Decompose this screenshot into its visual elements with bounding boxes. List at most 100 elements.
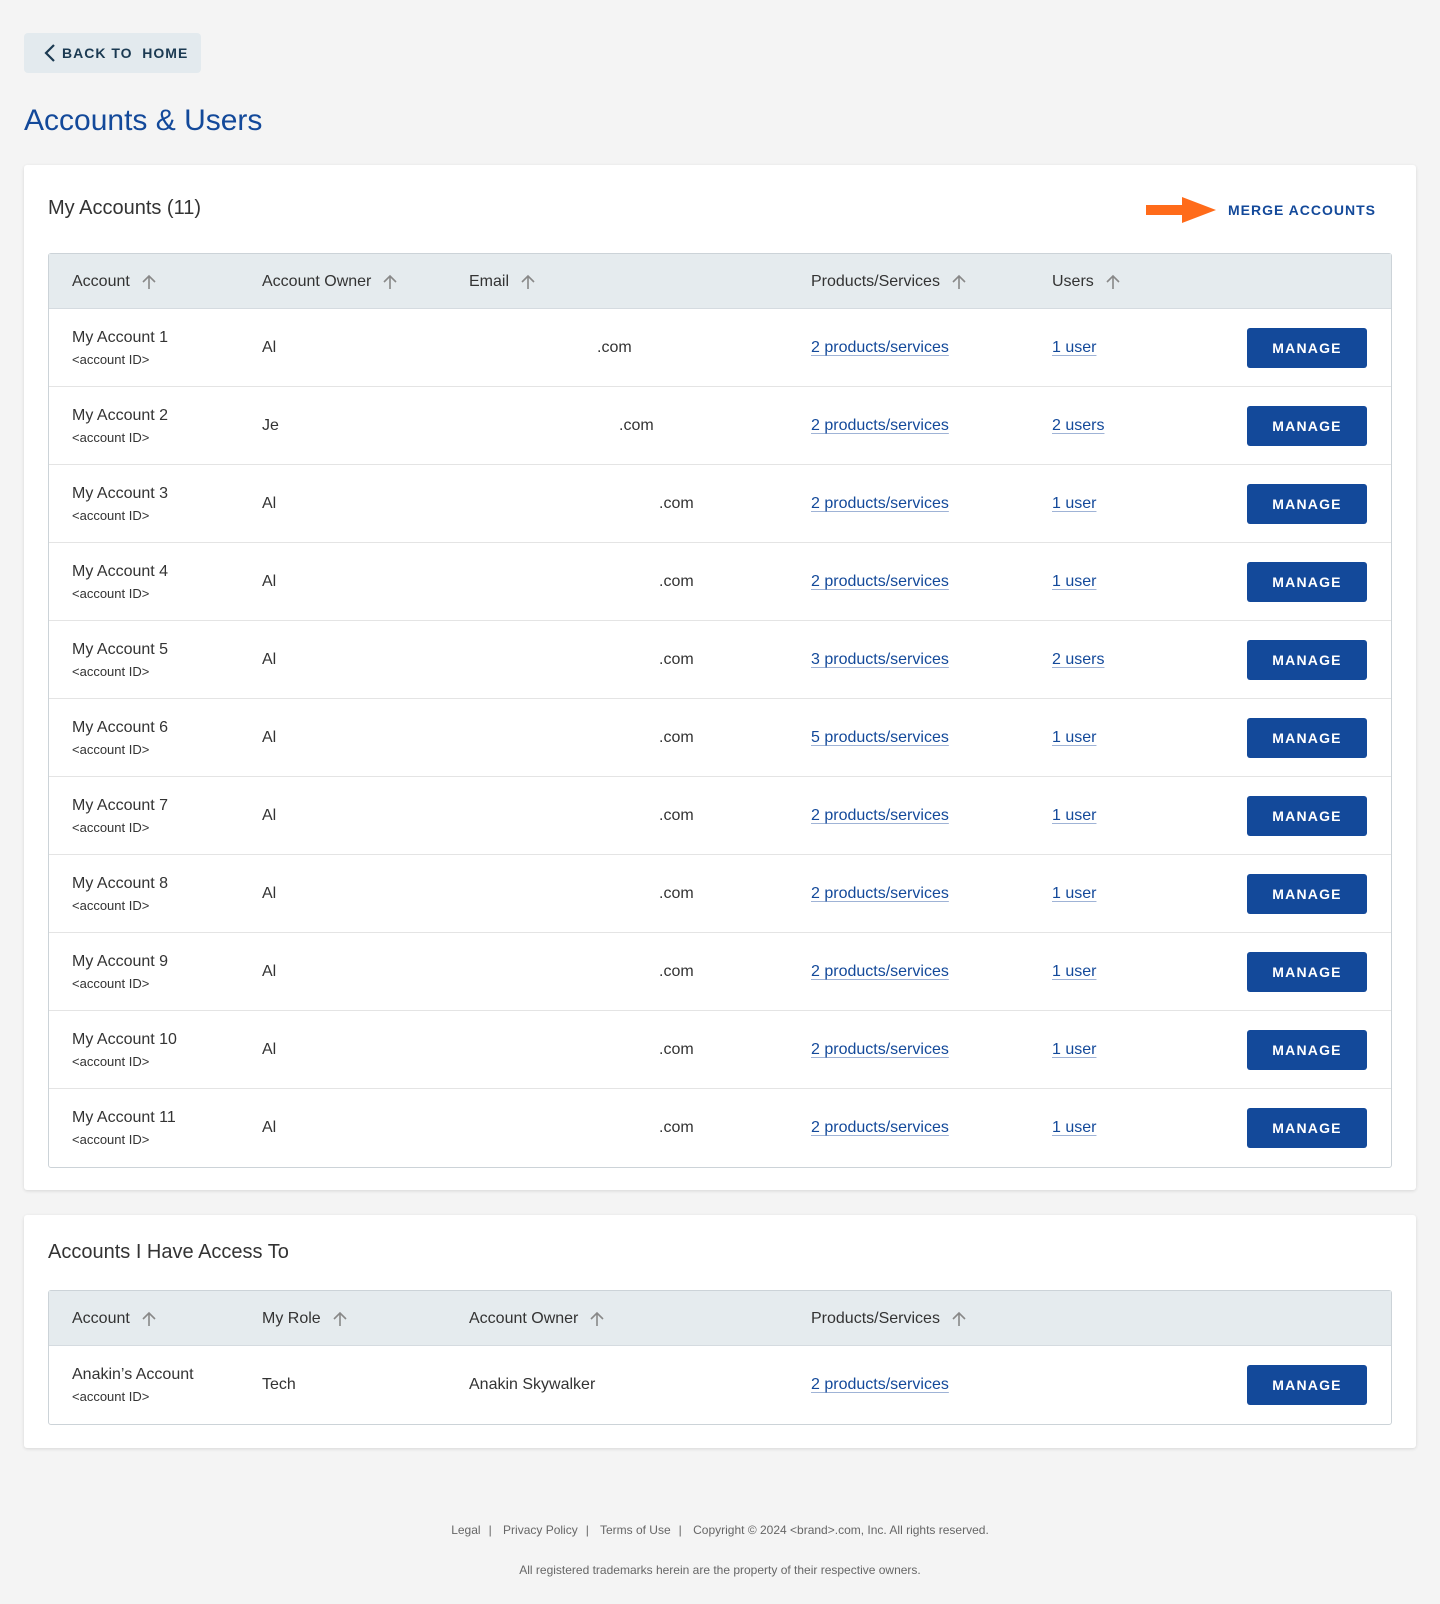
sort-arrow-up-icon[interactable] [383, 274, 397, 290]
account-email: .com [597, 339, 632, 356]
account-id: <account ID> [72, 1389, 150, 1404]
users-link[interactable]: 1 user [1052, 729, 1096, 747]
manage-button[interactable]: MANAGE [1247, 1108, 1367, 1148]
column-header[interactable]: Users [1052, 254, 1120, 309]
sort-arrow-up-icon[interactable] [142, 1311, 156, 1327]
account-email: .com [659, 963, 694, 980]
manage-button[interactable]: MANAGE [1247, 874, 1367, 914]
sort-arrow-up-icon[interactable] [952, 274, 966, 290]
sort-arrow-up-icon[interactable] [521, 274, 535, 290]
column-header-label: Account [72, 1309, 130, 1327]
footer-link-terms[interactable]: Terms of Use [600, 1523, 671, 1537]
users-link[interactable]: 2 users [1052, 417, 1104, 435]
account-email: .com [659, 807, 694, 824]
arrow-right-icon [1145, 197, 1216, 223]
account-name: My Account 8 [72, 875, 169, 892]
manage-button[interactable]: MANAGE [1247, 640, 1367, 680]
copyright: Copyright © 2024 <brand>.com, Inc. All r… [693, 1523, 989, 1537]
table-row: My Account 7 <account ID> Al .com 2 produ… [49, 777, 1391, 855]
account-email: .com [659, 651, 694, 668]
account-owner: Al [262, 1041, 277, 1058]
users-link[interactable]: 1 user [1052, 807, 1096, 825]
account-owner: Al [262, 807, 277, 824]
products-link[interactable]: 2 products/services [811, 885, 949, 903]
products-link[interactable]: 2 products/services [811, 495, 949, 513]
products-link[interactable]: 2 products/services [811, 417, 949, 435]
manage-button[interactable]: MANAGE [1247, 1030, 1367, 1070]
access-accounts-card: Accounts I Have Access To Account My Role… [24, 1215, 1416, 1448]
manage-button[interactable]: MANAGE [1247, 1365, 1367, 1405]
account-id: <account ID> [72, 352, 150, 367]
table-row: My Account 9 <account ID> Al .com 2 produ… [49, 933, 1391, 1011]
products-link[interactable]: 2 products/services [811, 573, 949, 591]
account-owner: Al [262, 573, 277, 590]
account-id: <account ID> [72, 508, 150, 523]
column-header[interactable]: Account [72, 254, 156, 309]
account-id: <account ID> [72, 664, 150, 679]
account-name: My Account 7 [72, 797, 169, 814]
products-link[interactable]: 2 products/services [811, 1041, 949, 1059]
sort-arrow-up-icon[interactable] [590, 1311, 604, 1327]
account-email: .com [619, 417, 654, 434]
sort-arrow-up-icon[interactable] [952, 1311, 966, 1327]
account-email: .com [659, 729, 694, 746]
access-accounts-title: Accounts I Have Access To [48, 1241, 289, 1263]
account-name: My Account 6 [72, 719, 169, 736]
account-name: My Account 9 [72, 953, 169, 970]
manage-button[interactable]: MANAGE [1247, 718, 1367, 758]
page-title: Accounts & Users [24, 104, 263, 137]
footer-links: Legal | Privacy Policy | Terms of Use | Cop… [451, 1523, 989, 1537]
trademark-notice: All registered trademarks herein are the… [519, 1563, 921, 1577]
column-header-label: Account [72, 272, 130, 290]
manage-button[interactable]: MANAGE [1247, 328, 1367, 368]
manage-button[interactable]: MANAGE [1247, 406, 1367, 446]
merge-accounts-label: MERGE ACCOUNTS [1227, 202, 1376, 218]
products-link[interactable]: 5 products/services [811, 729, 949, 747]
column-header[interactable]: Products/Services [811, 1291, 966, 1346]
column-header[interactable]: Account Owner [262, 254, 397, 309]
manage-button[interactable]: MANAGE [1247, 796, 1367, 836]
column-header[interactable]: Account Owner [469, 1291, 604, 1346]
table-row: My Account 2 <account ID> Je .com 2 produ… [49, 387, 1391, 465]
account-owner: Al [262, 339, 277, 356]
users-link[interactable]: 1 user [1052, 573, 1096, 591]
users-link[interactable]: 1 user [1052, 495, 1096, 513]
footer-link-privacy[interactable]: Privacy Policy [503, 1523, 578, 1537]
back-to-home-button[interactable]: BACK TO HOME [24, 33, 201, 73]
table-row: My Account 4 <account ID> Al .com 2 produ… [49, 543, 1391, 621]
products-link[interactable]: 2 products/services [811, 807, 949, 825]
table-header: Account Account Owner Email Products/Servic… [49, 254, 1391, 309]
column-header-label: Account Owner [262, 272, 372, 290]
account-email: .com [659, 1041, 694, 1058]
products-link[interactable]: 2 products/services [811, 1376, 949, 1394]
account-id: <account ID> [72, 430, 150, 445]
access-accounts-table: Account My Role Account Owner Products/Serv… [48, 1290, 1392, 1425]
account-id: <account ID> [72, 742, 150, 757]
account-email: .com [659, 495, 694, 512]
sort-arrow-up-icon[interactable] [142, 274, 156, 290]
merge-accounts-button[interactable]: MERGE ACCOUNTS [1145, 197, 1376, 223]
column-header[interactable]: Email [469, 254, 535, 309]
users-link[interactable]: 1 user [1052, 339, 1096, 357]
products-link[interactable]: 2 products/services [811, 339, 949, 357]
users-link[interactable]: 1 user [1052, 1119, 1096, 1137]
users-link[interactable]: 2 users [1052, 651, 1104, 669]
manage-button[interactable]: MANAGE [1247, 952, 1367, 992]
products-link[interactable]: 3 products/services [811, 651, 949, 669]
users-link[interactable]: 1 user [1052, 963, 1096, 981]
products-link[interactable]: 2 products/services [811, 1119, 949, 1137]
users-link[interactable]: 1 user [1052, 1041, 1096, 1059]
products-link[interactable]: 2 products/services [811, 963, 949, 981]
users-link[interactable]: 1 user [1052, 885, 1096, 903]
column-header[interactable]: Account [72, 1291, 156, 1346]
sort-arrow-up-icon[interactable] [333, 1311, 347, 1327]
account-email: .com [659, 885, 694, 902]
manage-button[interactable]: MANAGE [1247, 484, 1367, 524]
account-name: Anakin’s Account [72, 1366, 194, 1383]
account-name: My Account 4 [72, 563, 169, 580]
sort-arrow-up-icon[interactable] [1106, 274, 1120, 290]
column-header[interactable]: Products/Services [811, 254, 966, 309]
manage-button[interactable]: MANAGE [1247, 562, 1367, 602]
footer-link-legal[interactable]: Legal [451, 1523, 480, 1537]
column-header[interactable]: My Role [262, 1291, 347, 1346]
